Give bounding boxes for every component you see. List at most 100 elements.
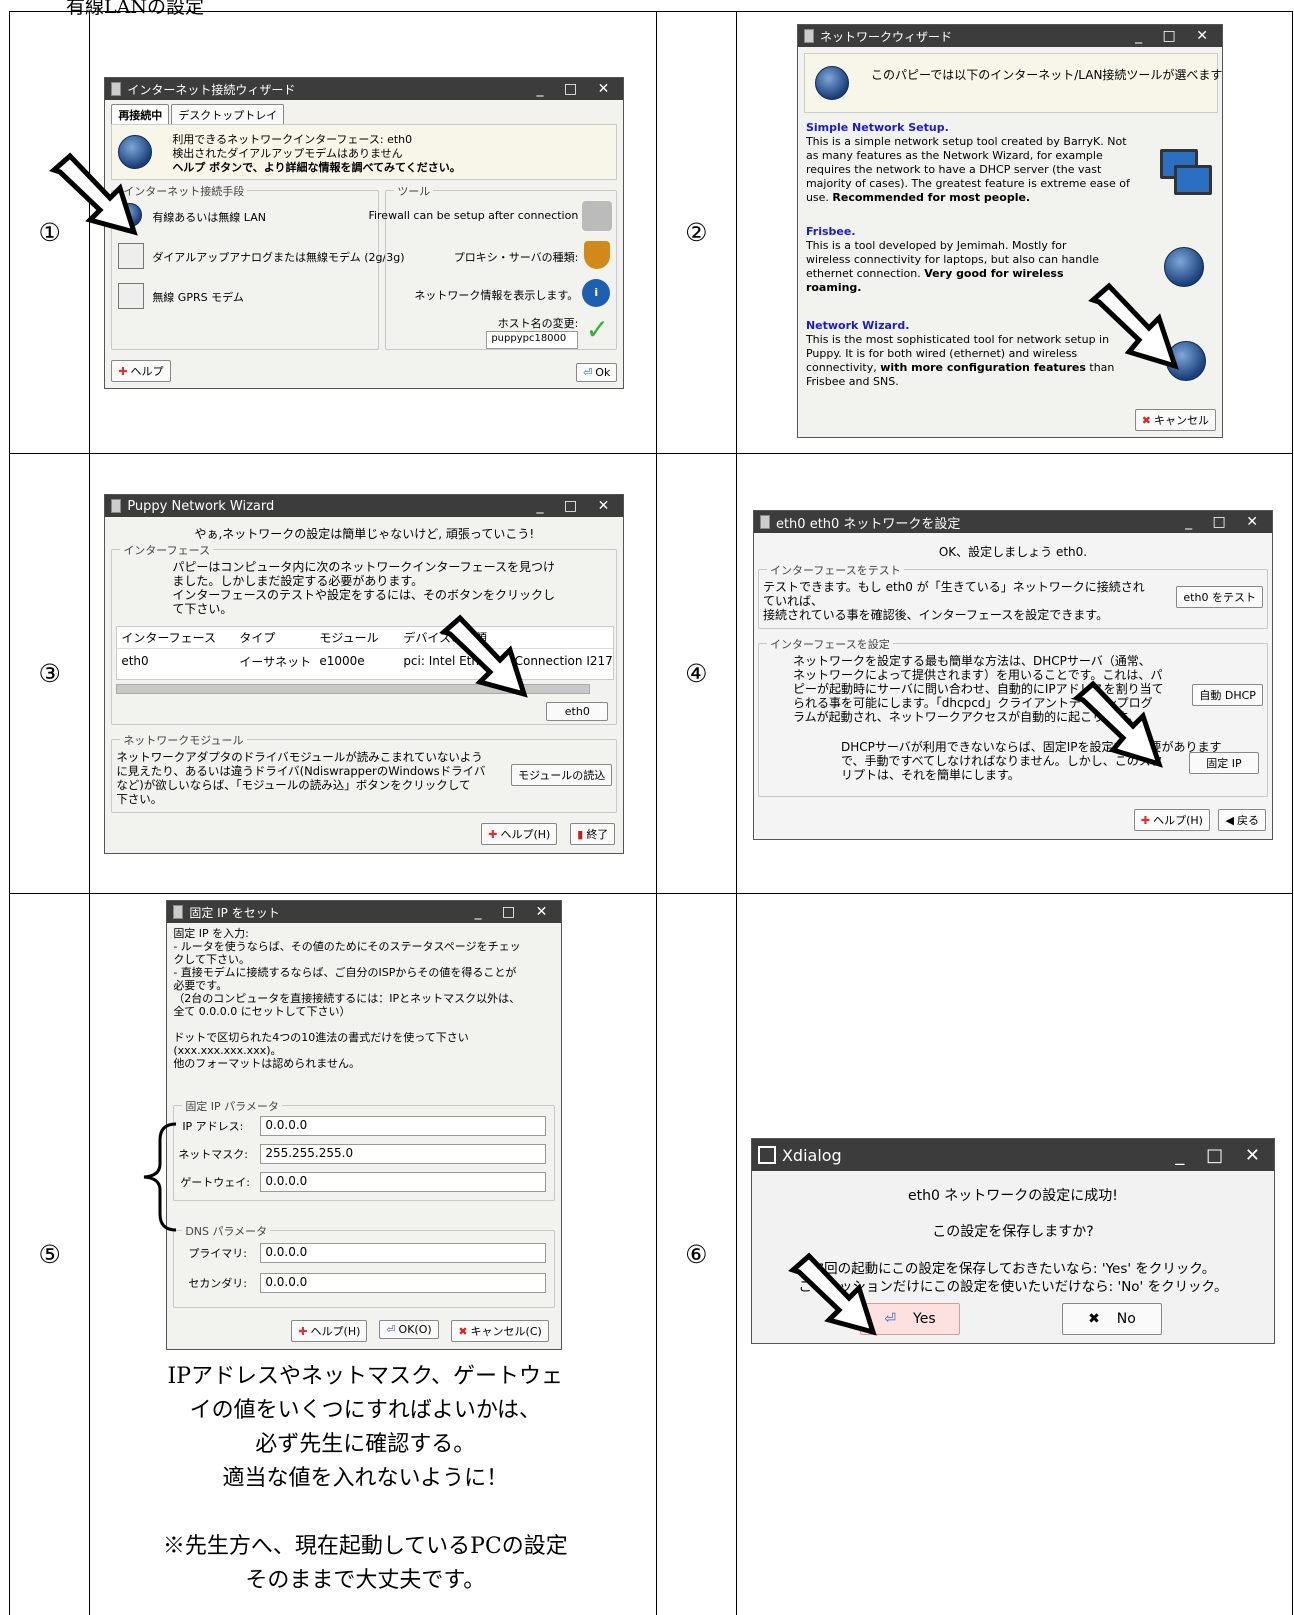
proxy-shield-icon[interactable] <box>584 241 611 269</box>
step4-cell: eth0 eth0 ネットワークを設定 _ □ ✕ OK、設定しましょう eth0… <box>735 453 1294 894</box>
globe-icon <box>814 66 849 100</box>
tool-simple-line: majority of cases). The greatest feature… <box>805 177 1130 190</box>
instruction-line: 他のフォーマットは認められません。 <box>173 1057 360 1070</box>
eth0-button[interactable]: eth0 <box>546 702 609 721</box>
column-header[interactable]: モジュール <box>315 629 399 646</box>
pointer-arrow-1 <box>49 152 139 236</box>
load-module-button[interactable]: モジュールの読込 <box>511 764 613 786</box>
window-controls[interactable]: _ □ ✕ <box>474 904 555 920</box>
gprs-icon[interactable] <box>118 283 145 309</box>
help-button[interactable]: ✚ ヘルプ(H) <box>481 823 558 845</box>
help-button[interactable]: ✚ ヘルプ(H) <box>291 1320 368 1342</box>
internet-wizard-window: インターネット接続ウィザード _ □ ✕ 再接続中 デスクトップトレイ 利用できる… <box>104 77 625 389</box>
yes-button-label: Yes <box>913 1311 936 1327</box>
curly-brace <box>144 1122 177 1232</box>
instruction-line: 全て 0.0.0.0 にセットして下さい） <box>173 1005 351 1018</box>
wizard-header: やぁ,ネットワークの設定は簡単じゃないけど, 頑張っていこう! <box>194 527 535 541</box>
option-modem[interactable]: ダイアルアップアナログまたは無線モデム (2g/3g) <box>152 249 404 265</box>
instruction-line: クして下さい。 <box>173 953 250 966</box>
netmask-input[interactable]: 255.255.255.0 <box>260 1144 547 1164</box>
cancel-x-icon: ✖ <box>458 1324 468 1338</box>
window-controls[interactable]: _ □ ✕ <box>1175 1145 1268 1166</box>
tool-simple: Simple Network Setup. This is a simple n… <box>806 121 1146 205</box>
tools-group: ツール Firewall can be setup after connecti… <box>368 183 618 350</box>
window-controls[interactable]: _ □ ✕ <box>1185 514 1266 530</box>
step1-cell: インターネット接続ウィザード _ □ ✕ 再接続中 デスクトップトレイ 利用できる… <box>49 11 657 454</box>
teacher-note: IPアドレスやネットマスク、ゲートウェ イの値をいくつにすればよいかは、 必ず先… <box>100 1360 630 1598</box>
back-button-label: 戻る <box>1236 814 1259 827</box>
option-gprs[interactable]: 無線 GPRS モデム <box>152 289 244 305</box>
ok-button-label: OK(O) <box>398 1323 432 1336</box>
tab-reconnect[interactable]: 再接続中 <box>111 104 170 126</box>
cancel-button[interactable]: ✖ キャンセル(C) <box>451 1320 549 1342</box>
tool-firewall: Firewall can be setup after connection <box>368 209 579 222</box>
steps-table: ① インターネット接続ウィザード _ □ ✕ 再接続中 デスクトップトレイ 利用で… <box>8 11 1294 1615</box>
auto-dhcp-button[interactable]: 自動 DHCP <box>1192 684 1263 706</box>
ip-params-group: 固定 IP パラメータ IP アドレス: 0.0.0.0 ネットマスク: 255… <box>173 1098 556 1201</box>
test-desc-line: テストできます。もし eth0 が「生きている」ネットワークに接続され <box>762 580 1145 594</box>
step-number-2: ② <box>655 11 737 454</box>
firewall-icon[interactable] <box>582 201 613 231</box>
window-controls[interactable]: _ □ ✕ <box>1135 28 1216 44</box>
step6-cell: Xdialog _ □ ✕ eth0 ネットワークの設定に成功! この設定を保存し… <box>735 893 1294 1615</box>
interface-desc-line: ました。しかしまだ設定する必要があります。 <box>172 574 424 588</box>
ok-button[interactable]: ⏎ OK(O) <box>379 1320 439 1339</box>
tool-simple-line: requires the network to have a DHCP serv… <box>805 163 1102 176</box>
interface-group-label: インターフェース <box>120 542 214 558</box>
help-button[interactable]: ✚ ヘルプ <box>111 360 171 382</box>
instruction-line: - ルータを使うならば、その値のためにそのステータスページをチェッ <box>173 940 521 953</box>
step5-cell: 固定 IP をセット _ □ ✕ 固定 IP を入力: - ルータを使うならば、そ… <box>89 893 657 1615</box>
column-header[interactable]: インターフェース <box>117 629 235 646</box>
modem-icon[interactable] <box>118 243 145 269</box>
window-title: Xdialog <box>781 1145 842 1165</box>
primary-dns-input[interactable]: 0.0.0.0 <box>260 1243 547 1263</box>
module-desc-line: など)が欲しいならば、「モジュールの読み込」ボタンをクリックして <box>116 778 471 792</box>
static-ip-button[interactable]: 固定 IP <box>1188 752 1259 774</box>
enter-icon: ⏎ <box>386 1323 396 1336</box>
quit-button[interactable]: ▮ 終了 <box>570 823 616 845</box>
no-button[interactable]: ✖ No <box>1061 1303 1162 1335</box>
instruction-line: 必要です。 <box>173 979 228 992</box>
table-cell: イーサネット <box>239 654 312 669</box>
static-ip-instructions: 固定 IP を入力: - ルータを使うならば、その値のためにそのステータスページ… <box>173 927 520 1070</box>
window-icon <box>173 905 184 919</box>
option-lan[interactable]: 有線あるいは無線 LAN <box>152 209 266 225</box>
info-line-3: ヘルプ ボタンで、より詳細な情報を調べてみてください。 <box>172 161 461 174</box>
note-line: 適当な値を入れないように！ <box>222 1466 509 1491</box>
test-group: インターフェースをテスト テストできます。もし eth0 が「生きている」ネット… <box>757 562 1268 629</box>
ip-address-label: IP アドレス: <box>182 1120 244 1133</box>
window-icon <box>111 82 122 96</box>
tool-frisbee-name[interactable]: Frisbee. <box>806 225 1146 239</box>
netmask-label: ネットマスク: <box>178 1148 249 1161</box>
tab-desktop-tray[interactable]: デスクトップトレイ <box>171 104 285 126</box>
hostname-input[interactable]: puppypc18000 <box>486 331 579 349</box>
help-button[interactable]: ✚ ヘルプ(H) <box>1133 809 1210 831</box>
back-button[interactable]: ◀ 戻る <box>1218 809 1266 831</box>
lifebuoy-icon: ✚ <box>488 827 498 841</box>
window-title: ネットワークウィザード <box>819 29 952 44</box>
secondary-dns-input[interactable]: 0.0.0.0 <box>260 1273 547 1293</box>
primary-dns-label: プライマリ: <box>188 1247 248 1260</box>
window-title: インターネット接続ウィザード <box>127 82 296 97</box>
tools-group-label: ツール <box>394 183 434 199</box>
gateway-label: ゲートウェイ: <box>180 1176 251 1189</box>
column-header[interactable]: タイプ <box>235 629 315 646</box>
ok-button[interactable]: ⏎ Ok <box>576 363 618 382</box>
monitor-icon[interactable] <box>1173 165 1212 195</box>
ip-address-input[interactable]: 0.0.0.0 <box>260 1116 547 1136</box>
pointer-arrow-2 <box>1088 282 1179 370</box>
window-controls[interactable]: _ □ ✕ <box>536 81 617 97</box>
configure-header: OK、設定しましょう eth0. <box>938 545 1088 559</box>
test-desc-line: 接続されている事を確認後、インターフェースを設定できます。 <box>762 608 1109 622</box>
gateway-input[interactable]: 0.0.0.0 <box>260 1172 547 1192</box>
test-eth0-button[interactable]: eth0 をテスト <box>1176 586 1263 608</box>
window-title: eth0 eth0 ネットワークを設定 <box>775 516 961 532</box>
info-icon[interactable]: i <box>582 279 611 307</box>
tool-simple-name[interactable]: Simple Network Setup. <box>806 121 1146 135</box>
cancel-button-label: キャンセル <box>1153 414 1209 427</box>
help-button-label: ヘルプ(H) <box>500 828 551 841</box>
window-controls[interactable]: _ □ ✕ <box>536 498 617 514</box>
cancel-button[interactable]: ✖ キャンセル <box>1134 409 1216 431</box>
checkmark-icon[interactable]: ✓ <box>582 315 612 345</box>
frisbee-globe-icon[interactable] <box>1163 247 1204 287</box>
